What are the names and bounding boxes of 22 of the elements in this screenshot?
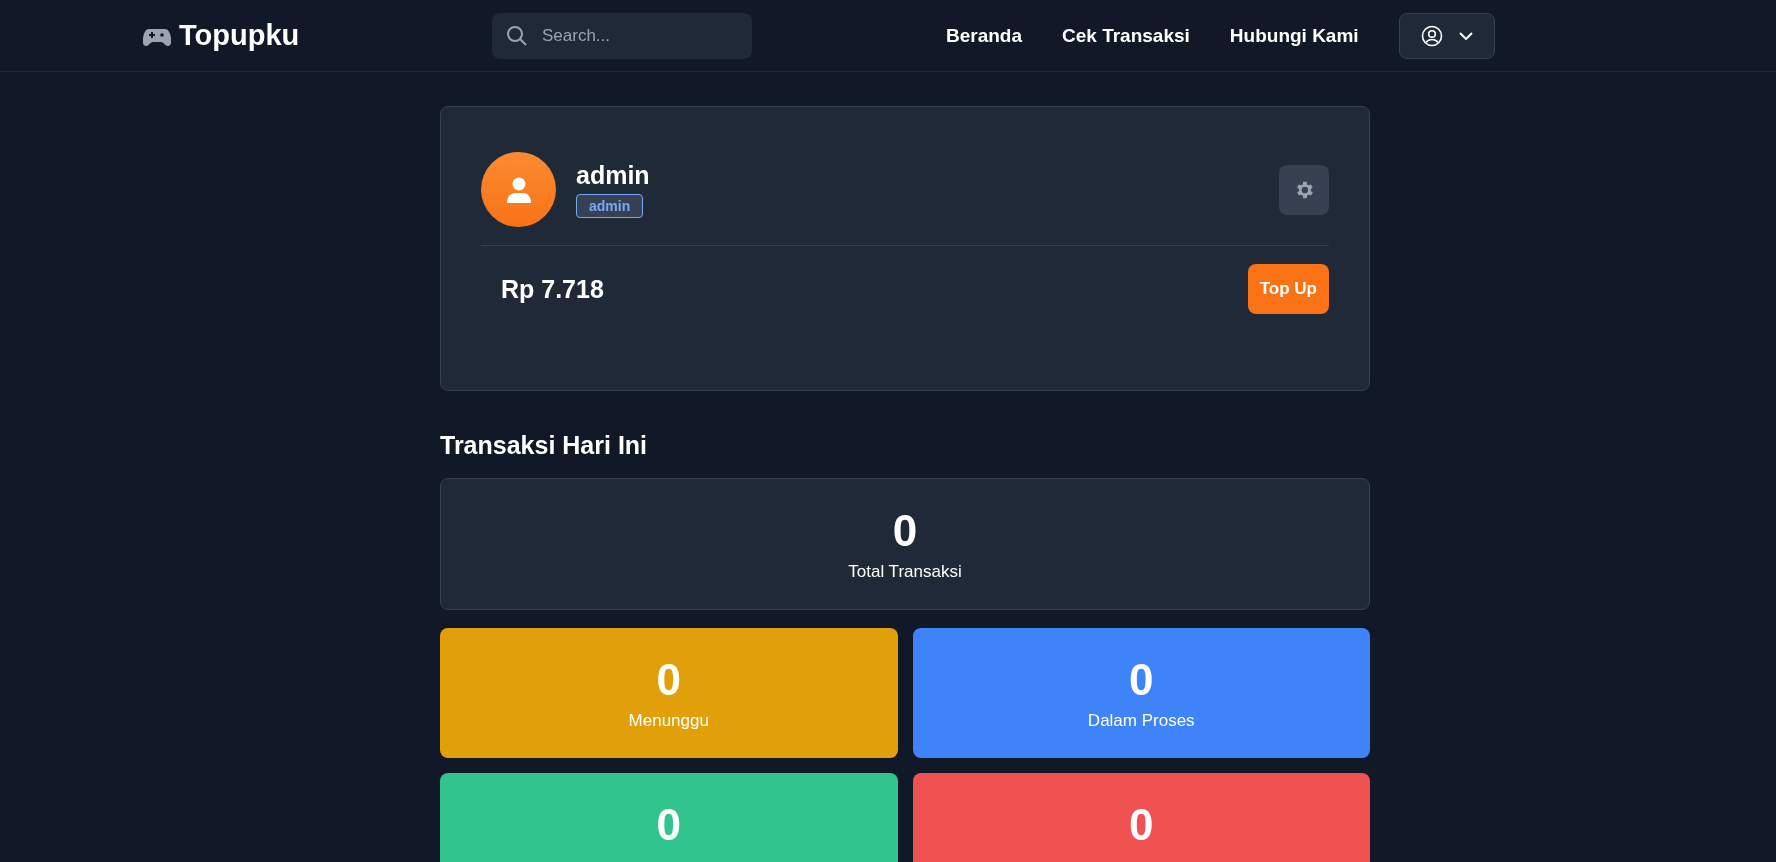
section-title: Transaksi Hari Ini <box>440 431 649 460</box>
user-menu-button[interactable] <box>1398 12 1495 59</box>
stat-value: 0 <box>1129 655 1154 705</box>
user-icon <box>1420 24 1443 47</box>
role-badge: admin <box>576 194 644 218</box>
search-field[interactable]: Search... <box>492 12 752 59</box>
balance: Rp 7.718 <box>501 274 604 304</box>
user-name: admin <box>576 161 650 190</box>
settings-button[interactable] <box>1279 164 1329 215</box>
stat-label: Dalam Proses <box>1087 711 1195 731</box>
user-icon <box>506 176 531 203</box>
stat-label: Total Transaksi <box>848 562 962 582</box>
nav-link[interactable]: Beranda <box>946 24 1023 47</box>
logo[interactable]: Topupku <box>179 19 300 52</box>
stat-value: 0 <box>656 655 681 705</box>
stat-value: 0 <box>892 506 918 556</box>
stat-label: Menunggu <box>628 711 709 731</box>
nav-link[interactable]: Hubungi Kami <box>1229 24 1359 47</box>
nav-link[interactable]: Cek Transaksi <box>1062 24 1190 47</box>
chevron-down-icon <box>1458 31 1473 40</box>
stat-value: 0 <box>1129 800 1154 850</box>
stat-value: 0 <box>656 800 681 850</box>
